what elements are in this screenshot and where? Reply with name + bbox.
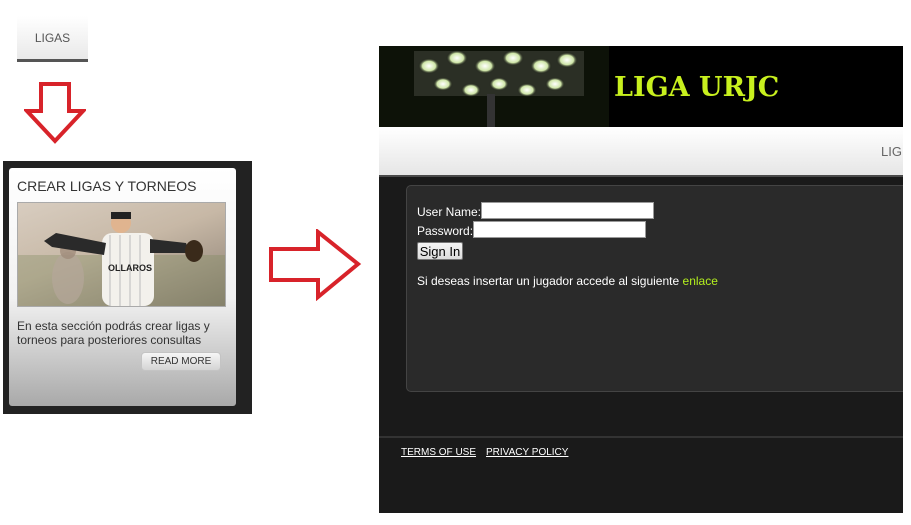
baseball-pitcher-photo: OLLAROS <box>17 202 226 307</box>
site-footer: TERMS OF USE PRIVACY POLICY <box>401 447 578 458</box>
tab-ligas[interactable]: LIGAS <box>17 16 88 62</box>
card-title: CREAR LIGAS Y TORNEOS <box>17 178 197 194</box>
username-label: User Name: <box>417 205 482 219</box>
privacy-policy-link[interactable]: PRIVACY POLICY <box>486 447 568 458</box>
card-description: En esta sección podrás crear ligas y tor… <box>17 319 210 347</box>
site-logo[interactable]: LIGA URJC <box>614 72 786 104</box>
liga-urjc-site: LIGA URJC LIG User Name: Password: Sign … <box>379 46 903 513</box>
nav-item-ligas[interactable]: LIG <box>881 144 902 159</box>
stadium-lights-banner: LIGA URJC <box>379 46 903 127</box>
enlace-link[interactable]: enlace <box>683 274 718 288</box>
arrow-right-icon <box>269 229 362 301</box>
read-more-button[interactable]: READ MORE <box>141 352 221 371</box>
password-label: Password: <box>417 224 474 238</box>
username-input[interactable] <box>481 202 654 219</box>
terms-of-use-link[interactable]: TERMS OF USE <box>401 447 476 458</box>
login-panel: User Name: Password: Sign In Si deseas i… <box>406 185 903 392</box>
svg-text:OLLAROS: OLLAROS <box>108 263 152 273</box>
footer-divider <box>379 436 903 438</box>
crear-ligas-card: CREAR LIGAS Y TORNEOS OLLAROS En esta se… <box>3 161 252 414</box>
arrow-down-icon <box>24 82 86 144</box>
tab-ligas-label: LIGAS <box>34 30 71 45</box>
insert-player-info: Si deseas insertar un jugador accede al … <box>417 274 718 288</box>
site-nav-bar: LIG <box>379 127 903 177</box>
info-text: Si deseas insertar un jugador accede al … <box>417 274 680 288</box>
sign-in-button[interactable]: Sign In <box>417 242 463 260</box>
card-panel: CREAR LIGAS Y TORNEOS OLLAROS En esta se… <box>9 168 236 406</box>
password-input[interactable] <box>473 221 646 238</box>
